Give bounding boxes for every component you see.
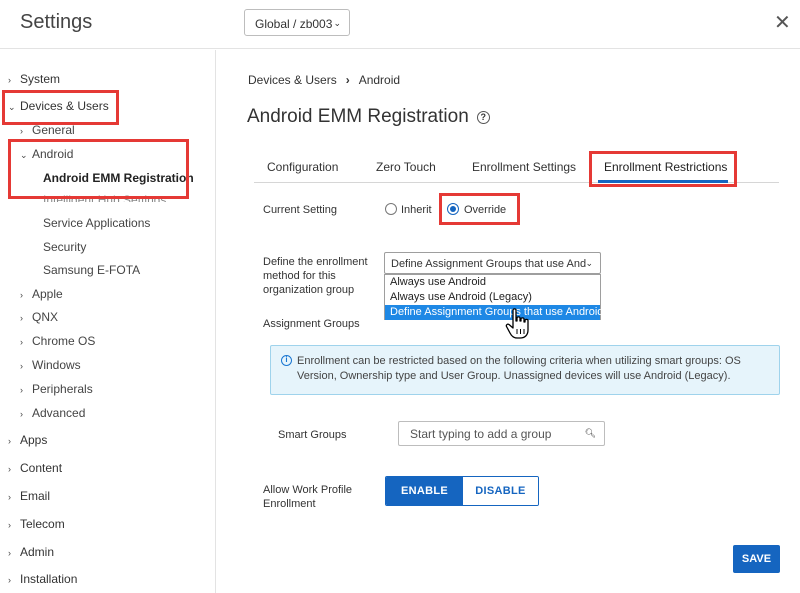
page-header-title: Settings [20, 11, 93, 33]
sidebar-item-general[interactable]: › General [20, 123, 75, 137]
highlight-box-android-emm [8, 139, 189, 199]
define-enrollment-label: Define the enrollment method for this or… [263, 256, 368, 296]
sidebar-item-apple[interactable]: › Apple [20, 287, 63, 301]
breadcrumb-current: Android [358, 73, 401, 87]
search-icon: 🔍︎ [584, 428, 596, 438]
sidebar-item-telecom[interactable]: › Telecom [8, 517, 65, 531]
sidebar-item-apps[interactable]: › Apps [8, 433, 47, 447]
chevron-right-icon: › [8, 464, 11, 474]
sidebar-item-qnx[interactable]: › QNX [20, 310, 58, 324]
smart-groups-label: Smart Groups [278, 429, 347, 441]
chevron-right-icon: › [20, 126, 23, 136]
chevron-right-icon: › [20, 385, 23, 395]
chevron-right-icon: › [20, 409, 23, 419]
chevron-right-icon: › [20, 290, 23, 300]
work-profile-toggle: ENABLE DISABLE [385, 476, 539, 506]
breadcrumb-root-link[interactable]: Devices & Users [248, 73, 337, 87]
chevron-right-icon: › [8, 520, 11, 530]
sidebar-item-peripherals[interactable]: › Peripherals [20, 382, 93, 396]
info-banner-text: Enrollment can be restricted based on th… [297, 355, 741, 382]
sidebar-item-content[interactable]: › Content [8, 461, 62, 475]
tab-zero-touch[interactable]: Zero Touch [376, 160, 436, 174]
info-banner: i Enrollment can be restricted based on … [270, 345, 780, 395]
save-button[interactable]: SAVE [733, 545, 780, 573]
org-group-label: Global / zb003 [255, 17, 333, 31]
work-profile-label: Allow Work Profile Enrollment [263, 484, 353, 510]
chevron-right-icon: › [8, 492, 11, 502]
sidebar-item-installation[interactable]: › Installation [8, 572, 77, 586]
chevron-right-icon: › [8, 548, 11, 558]
current-setting-label: Current Setting [263, 204, 337, 216]
sidebar-item-security[interactable]: Security [43, 240, 86, 254]
sidebar-item-service-applications[interactable]: Service Applications [43, 216, 150, 230]
help-icon[interactable]: ? [476, 111, 490, 124]
chevron-right-icon: › [20, 313, 23, 323]
option-always-android-legacy[interactable]: Always use Android (Legacy) [385, 290, 600, 305]
info-icon: i [281, 355, 292, 366]
highlight-box-enrollment-restrictions [589, 151, 737, 187]
sidebar-item-chrome-os[interactable]: › Chrome OS [20, 334, 95, 348]
tab-enrollment-settings[interactable]: Enrollment Settings [472, 160, 576, 174]
hand-cursor-icon [505, 308, 529, 339]
enrollment-method-options: Always use Android Always use Android (L… [384, 274, 603, 320]
close-icon[interactable]: ✕ [774, 13, 791, 33]
page-title: Android EMM Registration? [247, 106, 490, 128]
option-always-android[interactable]: Always use Android [385, 275, 600, 290]
highlight-box-override [439, 193, 520, 225]
disable-button[interactable]: DISABLE [463, 477, 538, 505]
sidebar-item-system[interactable]: › System [8, 72, 60, 86]
enrollment-method-select[interactable]: Define Assignment Groups that use And ⌄ [384, 252, 601, 274]
inherit-label: Inherit [401, 204, 432, 216]
chevron-right-icon: › [20, 337, 23, 347]
highlight-box-devices-users [2, 90, 119, 125]
chevron-down-icon: ⌄ [333, 18, 341, 28]
chevron-right-icon: › [8, 75, 11, 85]
inherit-radio[interactable] [385, 203, 397, 215]
chevron-right-icon: › [8, 575, 11, 585]
chevron-right-icon: › [345, 73, 350, 87]
chevron-down-icon: ⌄ [585, 258, 593, 268]
enrollment-method-value: Define Assignment Groups that use And [391, 258, 587, 270]
sidebar-item-windows[interactable]: › Windows [20, 358, 81, 372]
assignment-groups-label: Assignment Groups [263, 318, 360, 330]
sidebar-item-advanced[interactable]: › Advanced [20, 406, 85, 420]
tab-configuration[interactable]: Configuration [267, 160, 338, 174]
sidebar-item-admin[interactable]: › Admin [8, 545, 54, 559]
option-define-assignment-groups[interactable]: Define Assignment Groups that use Androi… [385, 305, 603, 320]
breadcrumb: Devices & Users › Android [248, 73, 400, 87]
sidebar-item-samsung-efota[interactable]: Samsung E-FOTA [43, 263, 140, 277]
chevron-right-icon: › [8, 436, 11, 446]
org-group-selector[interactable]: Global / zb003 ⌄ [244, 9, 350, 36]
enable-button[interactable]: ENABLE [386, 477, 463, 505]
smart-groups-placeholder: Start typing to add a group [410, 427, 552, 441]
smart-groups-input[interactable]: Start typing to add a group 🔍︎ [398, 421, 605, 446]
chevron-right-icon: › [20, 361, 23, 371]
sidebar-item-email[interactable]: › Email [8, 489, 50, 503]
header-bar: Settings Global / zb003 ⌄ ✕ [0, 0, 800, 49]
